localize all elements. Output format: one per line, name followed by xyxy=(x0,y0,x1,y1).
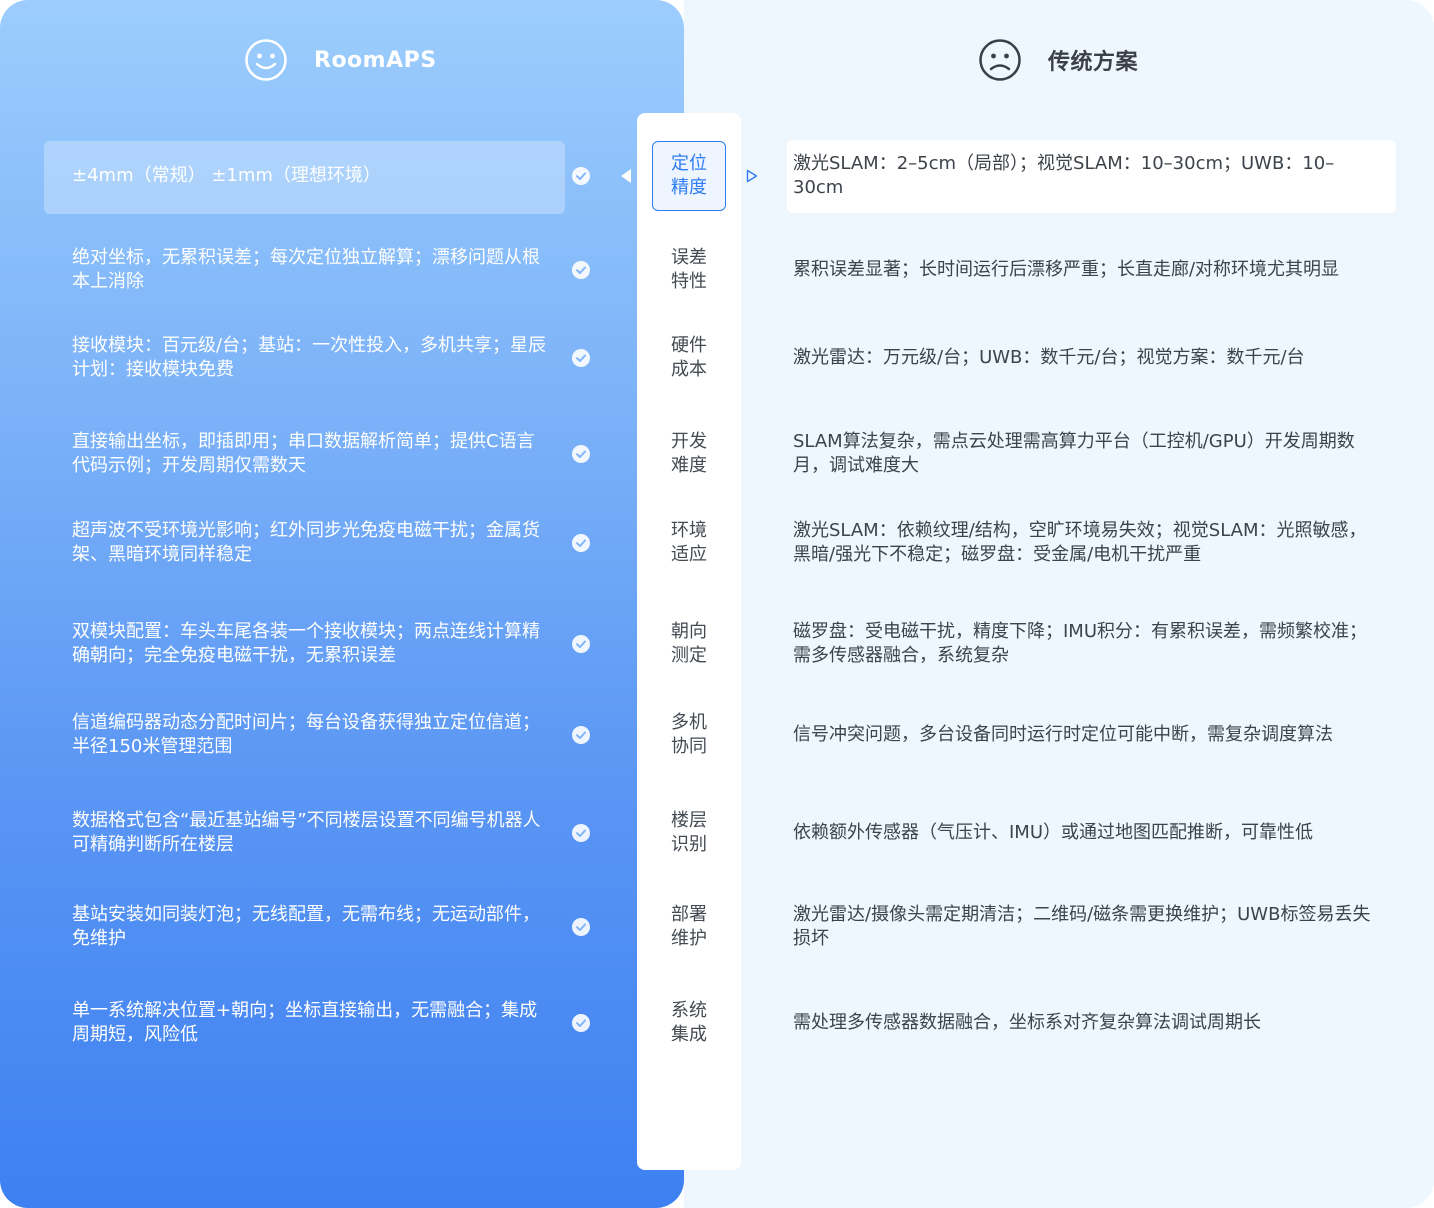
criterion-label-line2: 协同 xyxy=(671,736,707,757)
roomaps-text: 数据格式包含“最近基站编号”不同楼层设置不同编号机器人可精确判断所在楼层 xyxy=(72,810,541,855)
comparison-row[interactable]: 双模块配置：车头车尾各装一个接收模块；两点连线计算精确朝向；完全免疫电磁干扰，无… xyxy=(0,606,1434,682)
traditional-text: 激光雷达/摄像头需定期清洁；二维码/磁条需更换维护；UWB标签易丢失损坏 xyxy=(793,904,1371,949)
traditional-text: 依赖额外传感器（气压计、IMU）或通过地图匹配推断，可靠性低 xyxy=(793,822,1314,843)
criterion-label[interactable]: 误差 特性 xyxy=(652,246,726,294)
roomaps-text: 基站安装如同装灯泡；无线配置，无需布线；无运动部件，免维护 xyxy=(72,904,540,949)
check-icon xyxy=(572,726,590,744)
traditional-text: SLAM算法复杂，需点云处理需高算力平台（工控机/GPU）开发周期数月，调试难度… xyxy=(793,431,1355,476)
criterion-label-line2: 特性 xyxy=(671,271,707,292)
criterion-label-line2: 维护 xyxy=(671,928,707,949)
traditional-text: 激光SLAM：依赖纹理/结构，空旷环境易失效；视觉SLAM：光照敏感，黑暗/强光… xyxy=(793,520,1367,565)
comparison-row[interactable]: 单一系统解决位置+朝向；坐标直接输出，无需融合；集成周期短，风险低 系统集成 需处理… xyxy=(0,985,1434,1061)
criterion-label-line1: 开发 xyxy=(671,431,707,452)
criterion-label-line2: 集成 xyxy=(671,1024,707,1045)
traditional-text: 激光SLAM：2–5cm（局部）；视觉SLAM：10–30cm；UWB：10–3… xyxy=(793,153,1335,198)
comparison-row[interactable]: 绝对坐标，无累积误差；每次定位独立解算；漂移问题从根本上消除 误差特性 累积误差显著… xyxy=(0,232,1434,308)
check-icon xyxy=(572,918,590,936)
criterion-label-line1: 楼层 xyxy=(671,810,707,831)
criterion-label-line1: 定位 xyxy=(671,153,707,174)
comparison-row[interactable]: ±4mm（常规） ±1mm（理想环境） 定位精度 激光SLAM：2–5cm（局部）；… xyxy=(0,138,1434,214)
criterion-label[interactable]: 系统 集成 xyxy=(652,999,726,1047)
check-icon xyxy=(572,534,590,552)
criterion-label[interactable]: 部署 维护 xyxy=(652,903,726,951)
criterion-label-line1: 朝向 xyxy=(671,621,707,642)
criterion-label-line1: 硬件 xyxy=(671,335,707,356)
criterion-label-line2: 成本 xyxy=(671,359,707,380)
criterion-label[interactable]: 硬件 成本 xyxy=(652,334,726,382)
check-icon xyxy=(572,635,590,653)
criterion-label-line2: 识别 xyxy=(671,834,707,855)
traditional-header: 传统方案 xyxy=(978,38,1138,82)
roomaps-text: 超声波不受环境光影响；红外同步光免疫电磁干扰；金属货架、黑暗环境同样稳定 xyxy=(72,520,540,565)
roomaps-text: 绝对坐标，无累积误差；每次定位独立解算；漂移问题从根本上消除 xyxy=(72,247,540,292)
traditional-text: 信号冲突问题，多台设备同时运行时定位可能中断，需复杂调度算法 xyxy=(793,724,1333,745)
roomaps-title: RoomAPS xyxy=(314,47,437,73)
traditional-text: 磁罗盘：受电磁干扰，精度下降；IMU积分：有累积误差，需频繁校准；需多传感器融合… xyxy=(793,621,1368,666)
criterion-label-line2: 测定 xyxy=(671,645,707,666)
smiley-face-icon xyxy=(245,39,287,81)
traditional-title: 传统方案 xyxy=(1048,50,1139,75)
roomaps-header: RoomAPS xyxy=(244,38,437,82)
criterion-label-line2: 难度 xyxy=(671,455,707,476)
roomaps-text: 单一系统解决位置+朝向；坐标直接输出，无需融合；集成周期短，风险低 xyxy=(72,1000,538,1045)
traditional-text: 累积误差显著；长时间运行后漂移严重；长直走廊/对称环境尤其明显 xyxy=(793,259,1340,280)
criterion-label[interactable]: 定位 精度 xyxy=(652,141,726,211)
traditional-text: 激光雷达：万元级/台；UWB：数千元/台；视觉方案：数千元/台 xyxy=(793,347,1305,368)
roomaps-text: 双模块配置：车头车尾各装一个接收模块；两点连线计算精确朝向；完全免疫电磁干扰，无… xyxy=(72,621,540,666)
criterion-label[interactable]: 楼层 识别 xyxy=(652,809,726,857)
comparison-row[interactable]: 直接输出坐标，即插即用；串口数据解析简单；提供C语言代码示例；开发周期仅需数天 开… xyxy=(0,416,1434,492)
check-icon xyxy=(572,824,590,842)
check-icon xyxy=(572,261,590,279)
criterion-label-line1: 部署 xyxy=(671,904,707,925)
check-icon xyxy=(572,1014,590,1032)
criterion-label[interactable]: 朝向 测定 xyxy=(652,620,726,668)
criterion-label-line1: 误差 xyxy=(671,247,707,268)
sad-face-icon xyxy=(979,39,1021,81)
comparison-row[interactable]: 接收模块：百元级/台；基站：一次性投入，多机共享；星辰计划：接收模块免费 硬件成本… xyxy=(0,320,1434,396)
roomaps-text: 直接输出坐标，即插即用；串口数据解析简单；提供C语言代码示例；开发周期仅需数天 xyxy=(72,431,535,476)
criterion-label[interactable]: 多机 协同 xyxy=(652,711,726,759)
comparison-row[interactable]: 数据格式包含“最近基站编号”不同楼层设置不同编号机器人可精确判断所在楼层 楼层识别… xyxy=(0,795,1434,871)
criterion-label[interactable]: 环境 适应 xyxy=(652,519,726,567)
traditional-text: 需处理多传感器数据融合，坐标系对齐复杂算法调试周期长 xyxy=(793,1012,1261,1033)
comparison-row[interactable]: 超声波不受环境光影响；红外同步光免疫电磁干扰；金属货架、黑暗环境同样稳定 环境适应… xyxy=(0,505,1434,581)
caret-left-icon xyxy=(621,169,631,183)
roomaps-text: 接收模块：百元级/台；基站：一次性投入，多机共享；星辰计划：接收模块免费 xyxy=(72,335,547,380)
criterion-label-line2: 精度 xyxy=(671,177,707,198)
criterion-label-line1: 系统 xyxy=(671,1000,707,1021)
check-icon xyxy=(572,445,590,463)
caret-right-icon xyxy=(746,169,758,183)
criterion-label-line2: 适应 xyxy=(671,544,707,565)
comparison-row[interactable]: 信道编码器动态分配时间片；每台设备获得独立定位信道；半径150米管理范围 多机协同… xyxy=(0,697,1434,773)
criterion-label-line1: 多机 xyxy=(671,712,707,733)
check-icon xyxy=(572,167,590,185)
comparison-row[interactable]: 基站安装如同装灯泡；无线配置，无需布线；无运动部件，免维护 部署维护 激光雷达/摄像… xyxy=(0,889,1434,965)
roomaps-text: ±4mm（常规） ±1mm（理想环境） xyxy=(72,165,381,186)
criterion-label[interactable]: 开发 难度 xyxy=(652,430,726,478)
roomaps-text: 信道编码器动态分配时间片；每台设备获得独立定位信道；半径150米管理范围 xyxy=(72,712,540,757)
criterion-label-line1: 环境 xyxy=(671,520,707,541)
check-icon xyxy=(572,349,590,367)
